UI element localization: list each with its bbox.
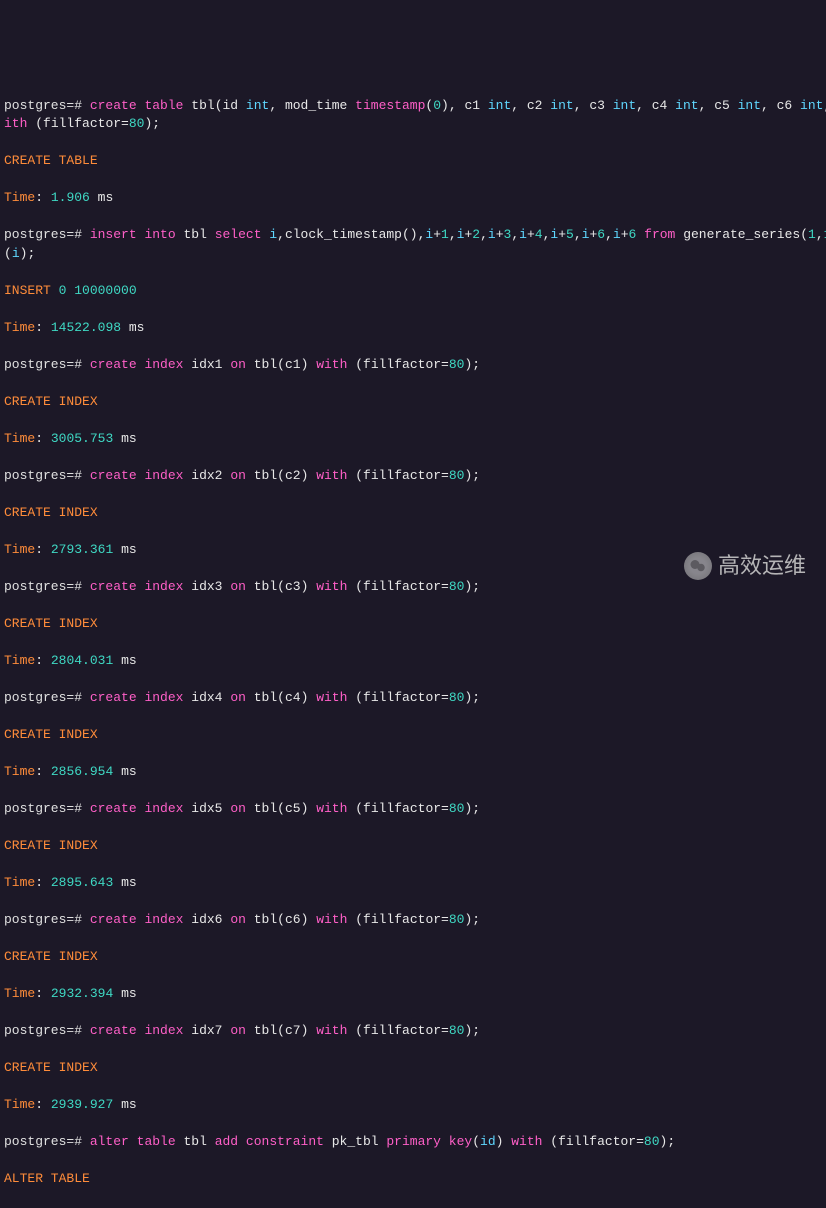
time-idx4: Time: 2856.954 ms (4, 763, 822, 782)
terminal-output: postgres=# create table tbl(id int, mod_… (4, 78, 822, 1208)
time-idx3: Time: 2804.031 ms (4, 652, 822, 671)
line-idx6: postgres=# create index idx6 on tbl(c6) … (4, 911, 822, 930)
line-alter: postgres=# alter table tbl add constrain… (4, 1133, 822, 1152)
time-idx7: Time: 2939.927 ms (4, 1096, 822, 1115)
resp-idx1: CREATE INDEX (4, 393, 822, 412)
resp-idx2: CREATE INDEX (4, 504, 822, 523)
line-idx2: postgres=# create index idx2 on tbl(c2) … (4, 467, 822, 486)
line-create-table: postgres=# create table tbl(id int, mod_… (4, 97, 822, 134)
time-idx5: Time: 2895.643 ms (4, 874, 822, 893)
resp-idx3: CREATE INDEX (4, 615, 822, 634)
wechat-icon (684, 552, 712, 580)
line-idx3: postgres=# create index idx3 on tbl(c3) … (4, 578, 822, 597)
watermark: 高效运维 (684, 552, 806, 580)
resp-alter: ALTER TABLE (4, 1170, 822, 1189)
line-idx7: postgres=# create index idx7 on tbl(c7) … (4, 1022, 822, 1041)
resp-create-table: CREATE TABLE (4, 152, 822, 171)
tbl-name: tbl (191, 98, 214, 113)
kw-table: table (144, 98, 183, 113)
resp-idx6: CREATE INDEX (4, 948, 822, 967)
time-create-table: Time: 1.906 ms (4, 189, 822, 208)
line-idx4: postgres=# create index idx4 on tbl(c4) … (4, 689, 822, 708)
watermark-text: 高效运维 (718, 557, 806, 576)
prompt: postgres=# (4, 98, 82, 113)
line-idx5: postgres=# create index idx5 on tbl(c5) … (4, 800, 822, 819)
time-idx1: Time: 3005.753 ms (4, 430, 822, 449)
kw-create: create (90, 98, 137, 113)
resp-idx7: CREATE INDEX (4, 1059, 822, 1078)
resp-idx5: CREATE INDEX (4, 837, 822, 856)
resp-idx4: CREATE INDEX (4, 726, 822, 745)
time-insert: Time: 14522.098 ms (4, 319, 822, 338)
line-idx1: postgres=# create index idx1 on tbl(c1) … (4, 356, 822, 375)
time-alter: Time: 3292.544 ms (4, 1207, 822, 1208)
resp-insert: INSERT 0 10000000 (4, 282, 822, 301)
time-idx6: Time: 2932.394 ms (4, 985, 822, 1004)
line-insert: postgres=# insert into tbl select i,cloc… (4, 226, 822, 263)
